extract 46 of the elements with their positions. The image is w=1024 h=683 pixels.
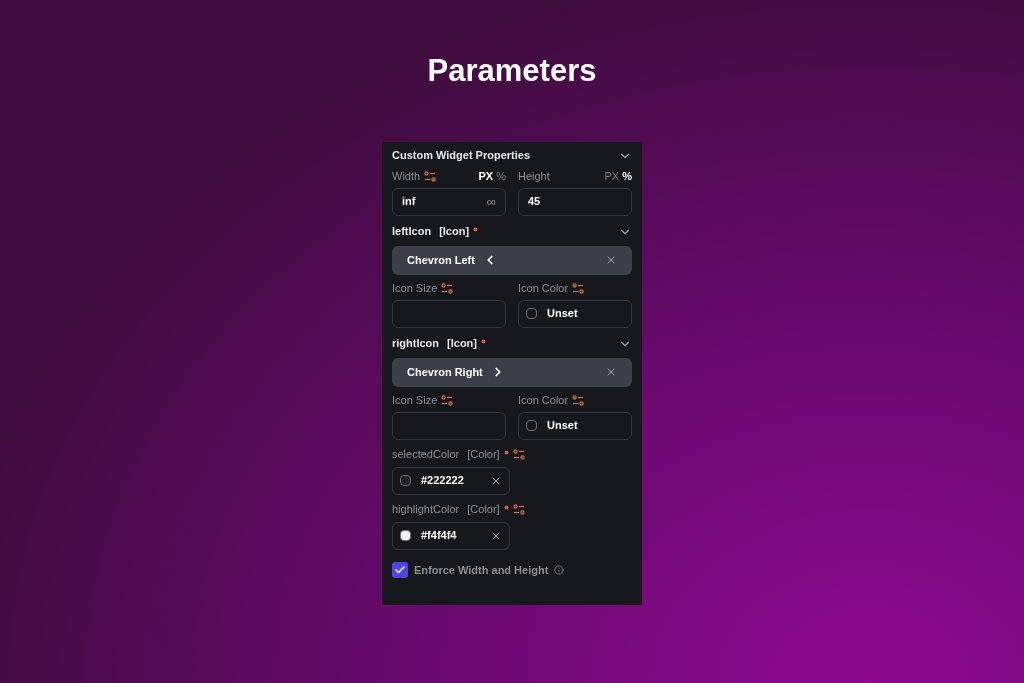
field-label: Icon Size xyxy=(392,281,438,297)
clear-icon[interactable] xyxy=(605,366,617,378)
options-icon[interactable] xyxy=(512,504,525,515)
icon-picker[interactable]: Chevron Left xyxy=(392,245,632,275)
field-label: Width xyxy=(392,169,421,185)
input-field[interactable]: 45 xyxy=(518,187,632,216)
input-field[interactable] xyxy=(392,411,506,440)
clear-icon[interactable] xyxy=(605,254,617,266)
field-label: Icon Color xyxy=(518,393,569,409)
unit-toggle[interactable]: % xyxy=(496,168,506,185)
input-field[interactable] xyxy=(392,299,506,328)
parameter-name: rightIcon xyxy=(392,336,440,352)
checkbox[interactable] xyxy=(392,561,408,578)
parameter-type: [Color] xyxy=(467,447,500,463)
color-swatch xyxy=(526,308,537,319)
unit-toggle[interactable]: PX xyxy=(478,168,494,185)
options-icon[interactable] xyxy=(441,283,454,294)
color-field[interactable]: #f4f4f4 xyxy=(392,521,510,550)
color-field[interactable]: Unset xyxy=(518,299,632,328)
options-icon[interactable] xyxy=(572,395,585,406)
checkbox-label: Enforce Width and Height xyxy=(414,562,549,578)
unit-toggle[interactable]: % xyxy=(622,168,632,185)
parameter-name: highlightColor xyxy=(392,502,460,518)
panel-title: Custom Widget Properties xyxy=(392,148,531,164)
parameter-name: selectedColor xyxy=(392,447,460,463)
parameter-type: [Color] xyxy=(467,502,500,518)
field-label: Icon Color xyxy=(518,281,569,297)
unit-toggle[interactable]: PX xyxy=(604,168,620,185)
field-label: Icon Size xyxy=(392,393,438,409)
icon-picker[interactable]: Chevron Right xyxy=(392,357,632,387)
color-field[interactable]: #222222 xyxy=(392,466,510,495)
options-icon[interactable] xyxy=(441,395,454,406)
color-field[interactable]: Unset xyxy=(518,411,632,440)
options-icon[interactable] xyxy=(512,449,525,460)
field-label: Height xyxy=(518,169,550,185)
parameter-name: leftIcon xyxy=(392,224,432,240)
color-swatch xyxy=(526,420,537,431)
options-icon[interactable] xyxy=(572,283,585,294)
page-title: Parameters xyxy=(427,52,597,90)
parameter-type: [Icon] xyxy=(447,336,477,352)
infinity-toggle[interactable]: ∞ xyxy=(486,191,496,212)
info-icon[interactable] xyxy=(554,564,565,575)
check-icon xyxy=(394,563,406,576)
parameter-type: [Icon] xyxy=(439,224,470,240)
input-field[interactable]: inf ∞ xyxy=(392,187,506,216)
options-icon[interactable] xyxy=(424,171,437,182)
